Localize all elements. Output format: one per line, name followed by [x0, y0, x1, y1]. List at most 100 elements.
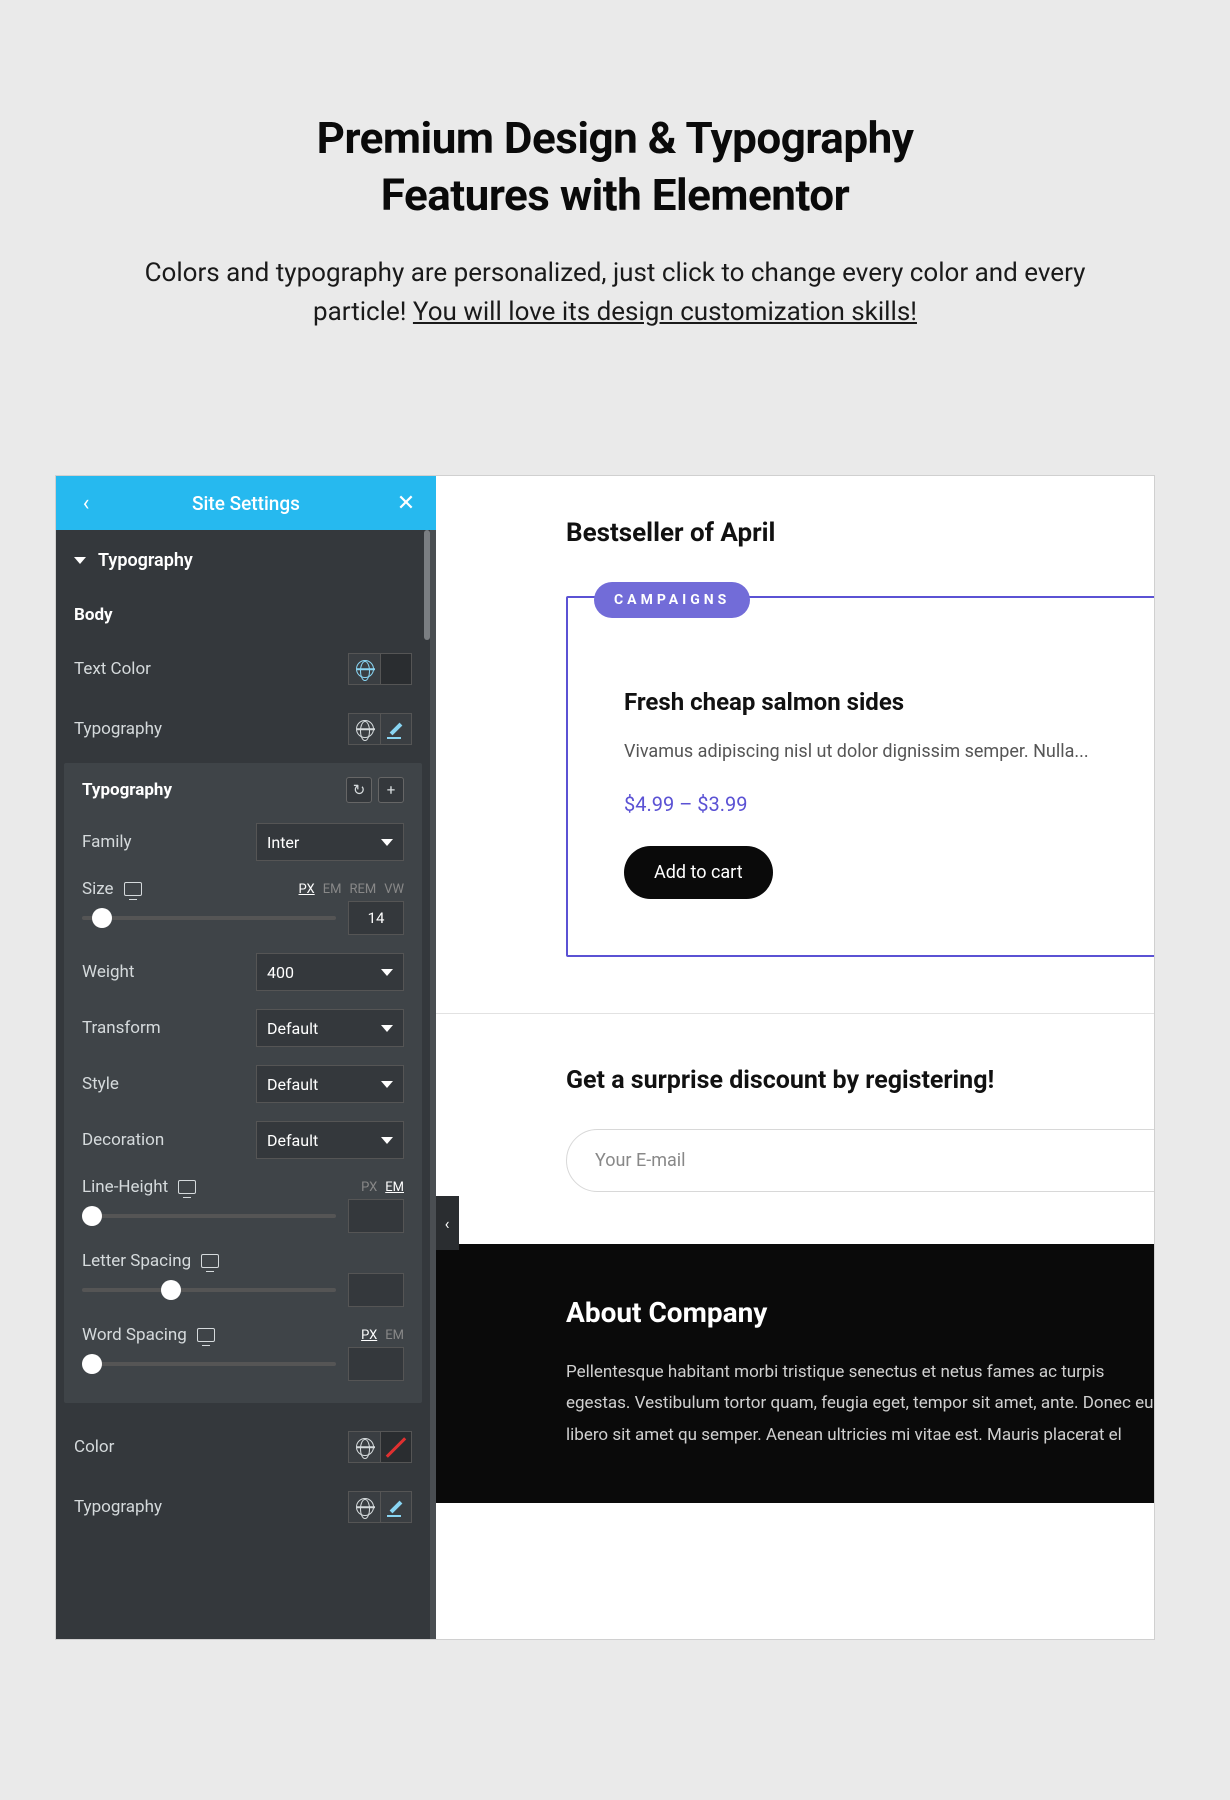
chevron-down-icon [381, 1081, 393, 1088]
close-button[interactable]: ✕ [394, 491, 418, 516]
product-description: Vivamus adipiscing nisl ut dolor digniss… [624, 738, 1148, 766]
globe-icon [356, 1498, 374, 1516]
family-select[interactable]: Inter [256, 823, 404, 861]
family-row: Family Inter [82, 823, 404, 861]
globe-icon [356, 660, 374, 678]
color-global-button[interactable] [348, 1431, 380, 1463]
campaigns-badge: CAMPAIGNS [594, 582, 750, 618]
product-price: $4.99 – $3.99 [624, 792, 1148, 816]
chevron-down-icon [381, 839, 393, 846]
sidebar-title: Site Settings [192, 492, 300, 515]
size-slider-row: 14 [82, 901, 404, 935]
size-slider[interactable] [82, 916, 336, 920]
word-spacing-row: Word Spacing PX EM [82, 1325, 404, 1345]
globe-icon [356, 720, 374, 738]
discount-title: Get a surprise discount by registering! [566, 1066, 1154, 1095]
product-title: Fresh cheap salmon sides [624, 688, 1148, 716]
monitor-icon[interactable] [197, 1328, 215, 1342]
sidebar-header: ‹ Site Settings ✕ [56, 476, 436, 530]
color-row: Color [56, 1417, 430, 1477]
globe-icon [356, 1438, 374, 1456]
line-height-slider-row [82, 1199, 404, 1233]
chevron-down-icon [381, 1025, 393, 1032]
line-height-row: Line-Height PX EM [82, 1177, 404, 1197]
discount-section: Get a surprise discount by registering! … [436, 1013, 1154, 1244]
no-color-icon [386, 1437, 407, 1458]
editor-window: ‹ Site Settings ✕ Typography Body Text C… [55, 475, 1155, 1640]
typography-popover: Typography ↻ + Family Inter Size PX [64, 763, 422, 1403]
body-heading: Body [56, 591, 430, 639]
size-units[interactable]: PX EM REM VW [299, 882, 404, 897]
word-spacing-input[interactable] [348, 1347, 404, 1381]
line-height-input[interactable] [348, 1199, 404, 1233]
decoration-row: Decoration Default [82, 1121, 404, 1159]
word-spacing-slider-row [82, 1347, 404, 1381]
style-row: Style Default [82, 1065, 404, 1103]
pencil-icon [388, 1499, 404, 1515]
decoration-select[interactable]: Default [256, 1121, 404, 1159]
pencil-icon [388, 721, 404, 737]
product-card: CAMPAIGNS Fresh cheap salmon sides Vivam… [566, 596, 1154, 957]
size-input[interactable]: 14 [348, 901, 404, 935]
word-spacing-units[interactable]: PX EM [361, 1328, 404, 1343]
letter-spacing-slider[interactable] [82, 1288, 336, 1292]
hero-description: Colors and typography are personalized, … [0, 254, 1230, 392]
size-label: Size [82, 879, 142, 899]
caret-down-icon [74, 557, 86, 564]
word-spacing-label: Word Spacing [82, 1325, 215, 1345]
preview-pane: ‹ Bestseller of April CAMPAIGNS Fresh ch… [436, 476, 1154, 1639]
weight-label: Weight [82, 962, 134, 982]
section-typography-toggle[interactable]: Typography [56, 530, 430, 591]
weight-select[interactable]: 400 [256, 953, 404, 991]
section-label: Typography [98, 550, 193, 571]
email-input[interactable]: Your E-mail [566, 1129, 1154, 1192]
hero-heading: Premium Design & Typography Features wit… [0, 0, 1230, 254]
size-row: Size PX EM REM VW [82, 879, 404, 899]
color-label: Color [74, 1437, 114, 1457]
line-height-label: Line-Height [82, 1177, 196, 1197]
typography-global-button[interactable] [348, 713, 380, 745]
letter-spacing-label: Letter Spacing [82, 1251, 219, 1271]
about-footer: About Company Pellentesque habitant morb… [436, 1244, 1154, 1503]
line-height-slider[interactable] [82, 1214, 336, 1218]
letter-spacing-slider-row [82, 1273, 404, 1307]
chevron-down-icon [381, 1137, 393, 1144]
collapse-handle[interactable]: ‹ [436, 1196, 459, 1250]
reset-button[interactable]: ↻ [346, 777, 372, 803]
text-color-global-button[interactable] [348, 653, 380, 685]
decoration-label: Decoration [82, 1130, 164, 1150]
transform-label: Transform [82, 1018, 161, 1038]
add-button[interactable]: + [378, 777, 404, 803]
letter-spacing-row: Letter Spacing [82, 1251, 404, 1271]
monitor-icon[interactable] [124, 882, 142, 896]
color-swatch-button[interactable] [380, 1431, 412, 1463]
transform-row: Transform Default [82, 1009, 404, 1047]
about-title: About Company [566, 1296, 1154, 1329]
typography-edit-button[interactable] [380, 713, 412, 745]
add-to-cart-button[interactable]: Add to cart [624, 846, 773, 899]
typography-label-2: Typography [74, 1497, 162, 1517]
monitor-icon[interactable] [201, 1254, 219, 1268]
bestseller-title: Bestseller of April [566, 518, 1154, 548]
transform-select[interactable]: Default [256, 1009, 404, 1047]
line-height-units[interactable]: PX EM [361, 1180, 404, 1195]
letter-spacing-input[interactable] [348, 1273, 404, 1307]
typography-edit-button-2[interactable] [380, 1491, 412, 1523]
chevron-down-icon [381, 969, 393, 976]
style-label: Style [82, 1074, 119, 1094]
monitor-icon[interactable] [178, 1180, 196, 1194]
typography-row-2: Typography [56, 1477, 430, 1537]
text-color-label: Text Color [74, 659, 151, 679]
sidebar-scroll[interactable]: Typography Body Text Color Typography [56, 530, 436, 1639]
style-select[interactable]: Default [256, 1065, 404, 1103]
text-color-row: Text Color [56, 639, 430, 699]
typography-row: Typography [56, 699, 430, 759]
word-spacing-slider[interactable] [82, 1362, 336, 1366]
typography-global-button-2[interactable] [348, 1491, 380, 1523]
weight-row: Weight 400 [82, 953, 404, 991]
popover-title: Typography [82, 780, 172, 800]
about-text: Pellentesque habitant morbi tristique se… [566, 1357, 1154, 1451]
back-button[interactable]: ‹ [74, 491, 98, 516]
text-color-swatch-button[interactable] [380, 653, 412, 685]
settings-sidebar: ‹ Site Settings ✕ Typography Body Text C… [56, 476, 436, 1639]
